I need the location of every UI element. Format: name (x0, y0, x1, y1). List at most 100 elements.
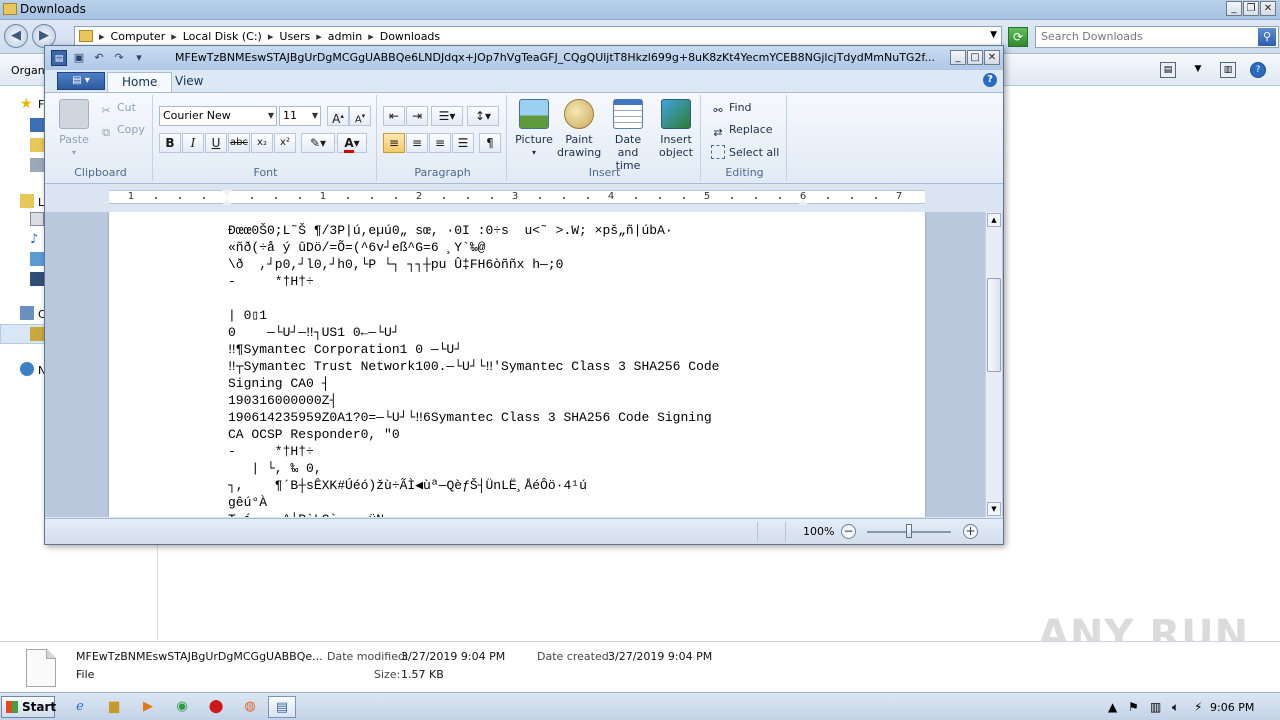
tab-view[interactable]: View (161, 72, 217, 92)
breadcrumb-item-users[interactable]: Users (279, 30, 310, 43)
decrease-indent-button[interactable]: ⇤ (383, 106, 405, 126)
ruler[interactable]: 1 1 2 3 4 5 6 7 (45, 185, 1003, 211)
search-box[interactable]: ⚲ (1035, 26, 1279, 48)
font-family-select[interactable]: Courier New ▼ (159, 106, 277, 126)
organize-menu[interactable]: Organi (11, 64, 48, 77)
chrome-icon[interactable]: ◉ (168, 696, 196, 718)
local-disk-icon[interactable] (30, 327, 44, 341)
ruler-strip[interactable]: 1 1 2 3 4 5 6 7 (109, 190, 925, 205)
wordpad-taskbar-button[interactable]: ▤ (268, 696, 296, 718)
align-right-button[interactable]: ≡ (429, 133, 451, 153)
shrink-font-button[interactable]: A▾ (349, 106, 371, 126)
hanging-indent-marker[interactable] (222, 199, 232, 205)
action-center-icon[interactable]: ⚑ (1128, 700, 1139, 714)
document-line[interactable]: \ð ,┘p0,┘l0,┘h0,└P └┐ ┐┐┼pu Û‡FH6òññx h—… (228, 256, 719, 273)
maximize-button[interactable]: □ (967, 50, 983, 65)
document-line[interactable]: ┐, ¶´B┼sÊXK#Úéó)žù÷ÃÌ◀ùª—QèƒŠ┤ÜnLË¸ÅéÔö·… (228, 477, 719, 494)
zoom-out-button[interactable]: − (841, 524, 856, 539)
document-line[interactable]: 190614235959Z0A1?0=—└U┘└‼6Symantec Class… (228, 409, 719, 426)
breadcrumb-item-computer[interactable]: Computer (111, 30, 166, 43)
videos-icon[interactable] (30, 272, 44, 286)
copy-button[interactable]: ⧉ Copy (99, 123, 145, 140)
libraries-icon[interactable] (20, 194, 34, 208)
help-icon[interactable]: ? (983, 73, 997, 87)
cut-button[interactable]: ✂ Cut (99, 101, 136, 118)
align-center-button[interactable]: ≡ (406, 133, 428, 153)
help-icon[interactable]: ? (1250, 62, 1266, 78)
favorites-star-icon[interactable]: ★ (20, 96, 34, 112)
find-button[interactable]: ⚯ Find (711, 101, 751, 118)
paint-drawing-button[interactable]: Paint drawing (557, 99, 601, 159)
document-line[interactable]: ‼¶Symantec Corporation1 0 —└U┘ (228, 341, 719, 358)
breadcrumb-item-local-disk[interactable]: Local Disk (C:) (183, 30, 262, 43)
font-color-button[interactable]: A▾ (337, 133, 367, 153)
music-icon[interactable]: ♪ (30, 232, 44, 247)
insert-picture-button[interactable]: Picture ▾ (513, 99, 555, 159)
back-button[interactable]: ◀ (4, 24, 28, 48)
application-menu-button[interactable]: ▤ ▾ (57, 72, 105, 90)
breadcrumb-item-downloads[interactable]: Downloads (380, 30, 440, 43)
document-line[interactable]: T í~= ·^┤P`LC`· ·üN (228, 511, 719, 517)
zoom-in-button[interactable]: + (963, 524, 978, 539)
grow-font-button[interactable]: A▴ (327, 106, 349, 126)
close-button[interactable]: ✕ (1260, 1, 1276, 16)
date-time-button[interactable]: Date and time (603, 99, 653, 172)
underline-button[interactable]: U (205, 133, 227, 153)
clock[interactable]: 9:06 PM (1210, 701, 1254, 714)
document-line[interactable]: Ðœœ0Š0;L˜Š ¶/3P|ú,eµú0„ sœ, ·0I :0÷s u<˜… (228, 222, 719, 239)
search-input[interactable] (1041, 30, 1251, 43)
insert-object-button[interactable]: Insert object (655, 99, 697, 159)
file-explorer-icon[interactable]: ▆ (100, 696, 128, 718)
document-line[interactable]: ‼┬Symantec Trust Network100.—└U┘└‼'Syman… (228, 358, 719, 375)
preview-pane-icon[interactable]: ▥ (1220, 62, 1236, 78)
paragraph-settings-button[interactable]: ¶ (479, 133, 501, 153)
desktop-icon[interactable] (30, 118, 44, 132)
start-button[interactable]: Start (1, 696, 56, 718)
zoom-level[interactable]: 100% (803, 525, 834, 538)
network-icon[interactable] (20, 362, 34, 376)
document-line[interactable]: «ñð(÷å ý ûDö/=Õ=(^6v┘eß^G=6 ¸Y`‰@ (228, 239, 719, 256)
select-all-button[interactable]: Select all (711, 145, 779, 159)
subscript-button[interactable]: x₂ (251, 133, 273, 153)
chevron-down-icon[interactable]: ▼ (990, 30, 997, 40)
firefox-icon[interactable]: ◍ (236, 696, 264, 718)
network-tray-icon[interactable]: ▥ (1150, 700, 1161, 714)
scroll-down-button[interactable]: ▼ (987, 502, 1001, 516)
change-view-icon[interactable]: ▤ (1160, 62, 1176, 78)
font-size-select[interactable]: 11 ▼ (279, 106, 321, 126)
minimize-button[interactable]: _ (950, 50, 966, 65)
customize-toolbar-icon[interactable]: ▾ (131, 50, 147, 66)
document-line[interactable]: | └, ‰ 0, (228, 460, 719, 477)
document-line[interactable]: Signing CA0 ┤ (228, 375, 719, 392)
downloads-folder-icon[interactable] (30, 138, 44, 152)
address-box[interactable]: ▸ Computer ▸ Local Disk (C:) ▸ Users ▸ a… (74, 26, 1002, 47)
scroll-up-button[interactable]: ▲ (987, 213, 1001, 227)
document-page[interactable]: Ðœœ0Š0;L˜Š ¶/3P|ú,eµú0„ sœ, ·0I :0÷s u<˜… (109, 212, 925, 517)
recent-places-icon[interactable] (30, 158, 44, 172)
replace-button[interactable]: ⇄ Replace (711, 123, 772, 140)
wordpad-app-icon[interactable]: ▤ (51, 50, 67, 66)
save-icon[interactable]: ▣ (71, 50, 87, 66)
internet-explorer-icon[interactable]: ℯ (66, 696, 94, 718)
justify-button[interactable]: ☰ (452, 133, 474, 153)
bold-button[interactable]: B (159, 133, 181, 153)
media-player-icon[interactable]: ▶ (134, 696, 162, 718)
documents-icon[interactable] (30, 212, 44, 226)
align-left-button[interactable]: ≡ (383, 133, 405, 153)
close-button[interactable]: ✕ (984, 50, 1000, 65)
undo-icon[interactable]: ↶ (91, 50, 107, 66)
first-line-indent-marker[interactable] (222, 190, 232, 196)
document-line[interactable]: 0 —└U┘—‼┐US1 0←—└U┘ (228, 324, 719, 341)
document-line[interactable]: - *†H†÷ (228, 443, 719, 460)
breadcrumb-item-admin[interactable]: admin (328, 30, 362, 43)
superscript-button[interactable]: x² (274, 133, 296, 153)
scroll-thumb[interactable] (987, 278, 1001, 372)
restore-button[interactable]: ❐ (1243, 1, 1259, 16)
document-line[interactable] (228, 290, 719, 307)
increase-indent-button[interactable]: ⇥ (406, 106, 428, 126)
pictures-icon[interactable] (30, 252, 44, 266)
strikethrough-button[interactable]: abc (228, 133, 250, 153)
document-line[interactable]: 190316000000Z┤ (228, 392, 719, 409)
document-line[interactable]: CA OCSP Responder0, "0 (228, 426, 719, 443)
refresh-button[interactable]: ⟳ (1008, 27, 1028, 47)
